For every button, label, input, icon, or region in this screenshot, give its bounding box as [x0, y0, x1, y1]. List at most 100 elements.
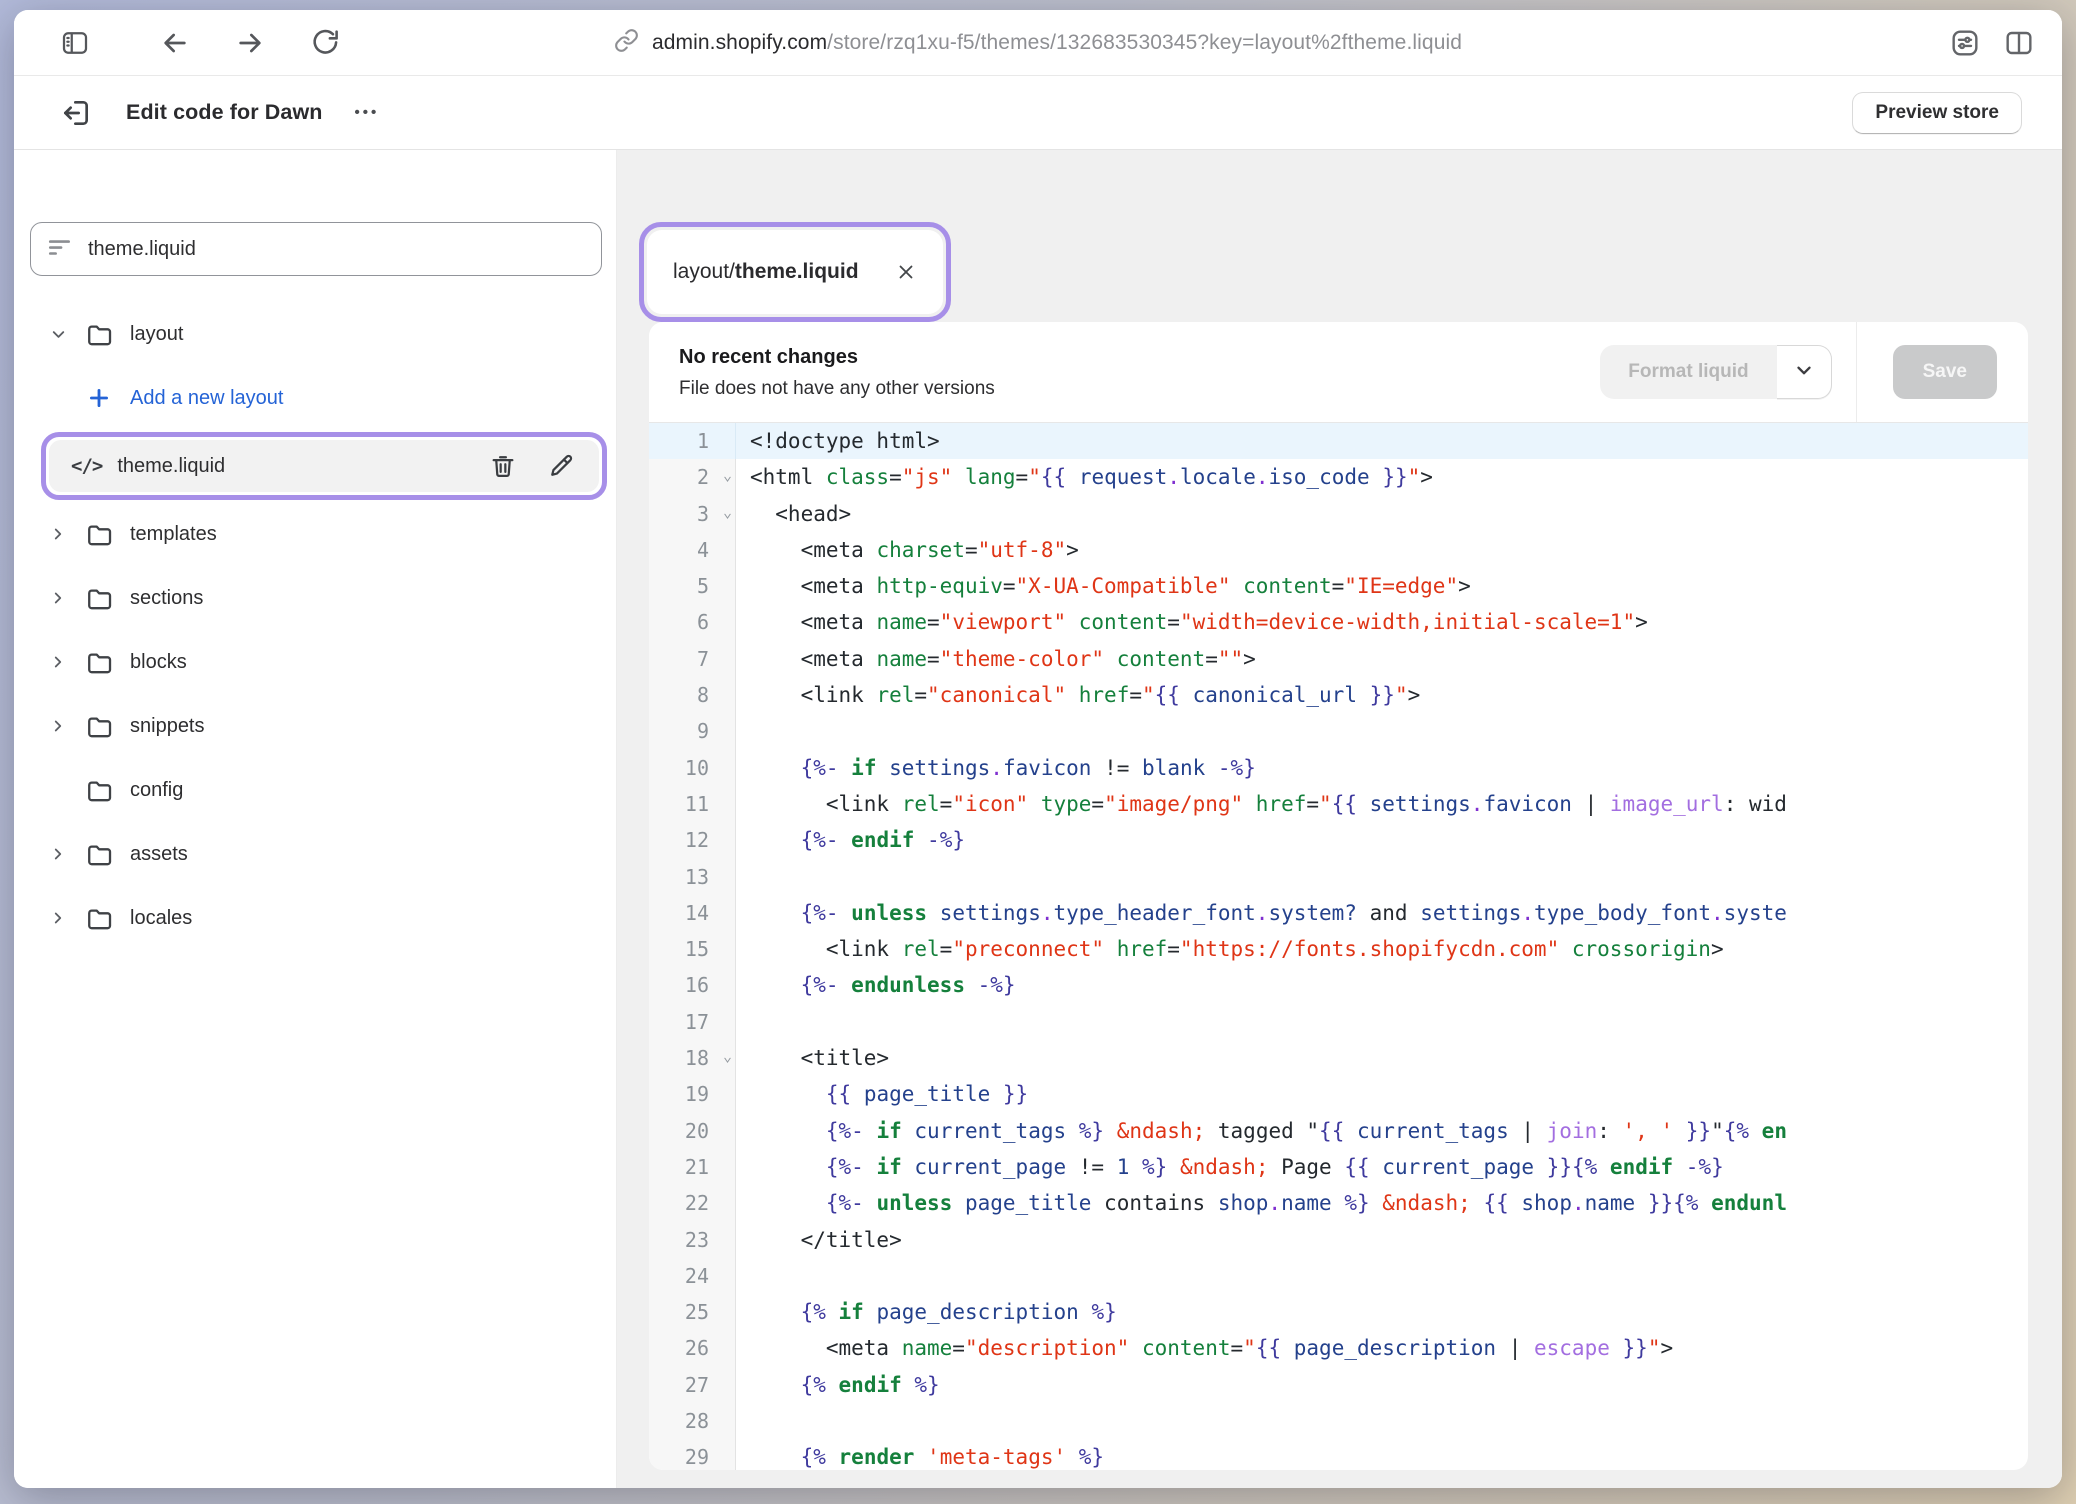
line-number[interactable]: 16 [649, 967, 736, 1003]
code-line-text[interactable]: {%- if current_page != 1 %} &ndash; Page… [736, 1149, 2028, 1185]
sidebar-folder-config[interactable]: config [14, 758, 616, 822]
code-line[interactable]: 11 <link rel="icon" type="image/png" hre… [649, 786, 2028, 822]
code-line[interactable]: 18⌄ <title> [649, 1040, 2028, 1076]
rename-file-icon[interactable] [547, 452, 575, 480]
code-line-text[interactable]: <head> [736, 496, 2028, 532]
line-number[interactable]: 13 [649, 859, 736, 895]
code-line[interactable]: 4 <meta charset="utf-8"> [649, 532, 2028, 568]
line-number[interactable]: 3⌄ [649, 496, 736, 532]
delete-file-icon[interactable] [489, 452, 517, 480]
chevron-down-icon[interactable] [48, 325, 68, 344]
code-editor[interactable]: 1<!doctype html>2⌄<html class="js" lang=… [649, 423, 2028, 1470]
line-number[interactable]: 18⌄ [649, 1040, 736, 1076]
code-line-text[interactable]: <title> [736, 1040, 2028, 1076]
save-button[interactable]: Save [1893, 345, 1997, 399]
code-line[interactable]: 9 [649, 713, 2028, 749]
line-number[interactable]: 1 [649, 423, 736, 459]
sidebar-folder-assets[interactable]: assets [14, 822, 616, 886]
code-line-text[interactable]: <meta http-equiv="X-UA-Compatible" conte… [736, 568, 2028, 604]
sidebar-folder-templates[interactable]: templates [14, 502, 616, 566]
sidebar-folder-blocks[interactable]: blocks [14, 630, 616, 694]
code-line-text[interactable]: {%- endunless -%} [736, 967, 2028, 1003]
line-number[interactable]: 21 [649, 1149, 736, 1185]
exit-icon[interactable] [54, 91, 98, 135]
line-number[interactable]: 8 [649, 677, 736, 713]
line-number[interactable]: 29 [649, 1439, 736, 1470]
code-line[interactable]: 23 </title> [649, 1222, 2028, 1258]
line-number[interactable]: 15 [649, 931, 736, 967]
code-line-text[interactable]: {% if page_description %} [736, 1294, 2028, 1330]
line-number[interactable]: 11 [649, 786, 736, 822]
line-number[interactable]: 7 [649, 641, 736, 677]
code-line-text[interactable]: </title> [736, 1222, 2028, 1258]
code-line-text[interactable] [736, 1403, 2028, 1439]
chevron-right-icon[interactable] [48, 653, 68, 671]
code-line-text[interactable]: {%- unless page_title contains shop.name… [736, 1185, 2028, 1221]
fold-chevron-icon[interactable]: ⌄ [723, 505, 732, 520]
code-line-text[interactable] [736, 1258, 2028, 1294]
split-view-icon[interactable] [2000, 24, 2038, 62]
code-line-text[interactable]: {% render 'meta-tags' %} [736, 1439, 2028, 1470]
line-number[interactable]: 19 [649, 1076, 736, 1112]
code-line[interactable]: 12 {%- endif -%} [649, 822, 2028, 858]
line-number[interactable]: 23 [649, 1222, 736, 1258]
line-number[interactable]: 14 [649, 895, 736, 931]
code-line-text[interactable]: <meta name="viewport" content="width=dev… [736, 604, 2028, 640]
code-line[interactable]: 7 <meta name="theme-color" content=""> [649, 641, 2028, 677]
code-line-text[interactable]: {%- unless settings.type_header_font.sys… [736, 895, 2028, 931]
chevron-right-icon[interactable] [48, 909, 68, 927]
back-icon[interactable] [156, 24, 194, 62]
code-line-text[interactable]: <meta charset="utf-8"> [736, 532, 2028, 568]
code-line[interactable]: 26 <meta name="description" content="{{ … [649, 1330, 2028, 1366]
code-line-text[interactable]: <meta name="description" content="{{ pag… [736, 1330, 2028, 1366]
code-line[interactable]: 5 <meta http-equiv="X-UA-Compatible" con… [649, 568, 2028, 604]
code-line[interactable]: 1<!doctype html> [649, 423, 2028, 459]
line-number[interactable]: 12 [649, 822, 736, 858]
code-line-text[interactable]: {%- if current_tags %} &ndash; tagged "{… [736, 1113, 2028, 1149]
browser-settings-icon[interactable] [1946, 24, 1984, 62]
line-number[interactable]: 2⌄ [649, 459, 736, 495]
code-line[interactable]: 6 <meta name="viewport" content="width=d… [649, 604, 2028, 640]
tab-layout-theme-liquid[interactable]: layout/theme.liquid [647, 230, 943, 314]
search-input[interactable] [88, 238, 585, 261]
close-tab-icon[interactable] [895, 261, 917, 283]
code-line-text[interactable] [736, 713, 2028, 749]
code-line[interactable]: 15 <link rel="preconnect" href="https://… [649, 931, 2028, 967]
code-line[interactable]: 19 {{ page_title }} [649, 1076, 2028, 1112]
code-line-text[interactable] [736, 1004, 2028, 1040]
fold-chevron-icon[interactable]: ⌄ [723, 1049, 732, 1064]
line-number[interactable]: 10 [649, 750, 736, 786]
chevron-right-icon[interactable] [48, 589, 68, 607]
line-number[interactable]: 4 [649, 532, 736, 568]
code-line-text[interactable]: {{ page_title }} [736, 1076, 2028, 1112]
line-number[interactable]: 5 [649, 568, 736, 604]
chevron-right-icon[interactable] [48, 717, 68, 735]
line-number[interactable]: 9 [649, 713, 736, 749]
code-line[interactable]: 8 <link rel="canonical" href="{{ canonic… [649, 677, 2028, 713]
line-number[interactable]: 26 [649, 1330, 736, 1366]
line-number[interactable]: 28 [649, 1403, 736, 1439]
line-number[interactable]: 22 [649, 1185, 736, 1221]
code-line-text[interactable] [736, 859, 2028, 895]
code-line[interactable]: 14 {%- unless settings.type_header_font.… [649, 895, 2028, 931]
chevron-right-icon[interactable] [48, 525, 68, 543]
forward-icon[interactable] [231, 24, 269, 62]
sidebar-folder-locales[interactable]: locales [14, 886, 616, 950]
code-line[interactable]: 27 {% endif %} [649, 1367, 2028, 1403]
format-options-dropdown[interactable] [1777, 345, 1832, 399]
code-line-text[interactable]: <meta name="theme-color" content=""> [736, 641, 2028, 677]
format-liquid-button[interactable]: Format liquid [1600, 345, 1776, 399]
code-line-text[interactable]: <html class="js" lang="{{ request.locale… [736, 459, 2028, 495]
line-number[interactable]: 27 [649, 1367, 736, 1403]
line-number[interactable]: 17 [649, 1004, 736, 1040]
sidebar-folder-layout[interactable]: layout [14, 302, 616, 366]
code-line-text[interactable]: {% endif %} [736, 1367, 2028, 1403]
code-line[interactable]: 24 [649, 1258, 2028, 1294]
line-number[interactable]: 24 [649, 1258, 736, 1294]
code-line[interactable]: 2⌄<html class="js" lang="{{ request.loca… [649, 459, 2028, 495]
code-line-text[interactable]: <link rel="preconnect" href="https://fon… [736, 931, 2028, 967]
code-line[interactable]: 13 [649, 859, 2028, 895]
code-line-text[interactable]: <link rel="icon" type="image/png" href="… [736, 786, 2028, 822]
code-line[interactable]: 17 [649, 1004, 2028, 1040]
sidebar-folder-sections[interactable]: sections [14, 566, 616, 630]
